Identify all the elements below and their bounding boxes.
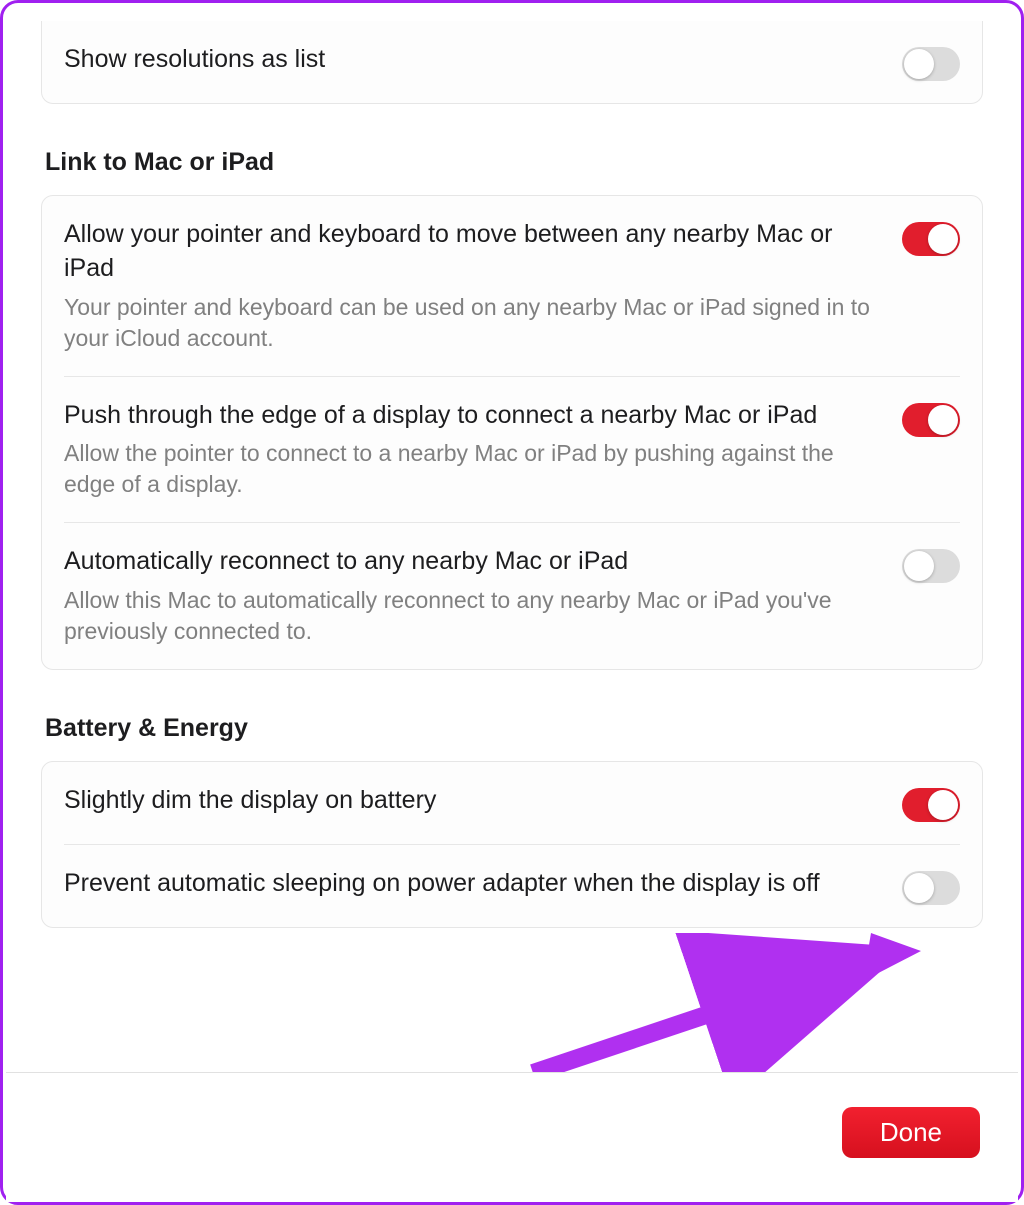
link-settings-group: Allow your pointer and keyboard to move … [41, 195, 983, 670]
footer-bar: Done [6, 1072, 1018, 1202]
auto-reconnect-row: Automatically reconnect to any nearby Ma… [64, 523, 960, 669]
prevent-sleep-row: Prevent automatic sleeping on power adap… [64, 845, 960, 927]
show-resolutions-toggle[interactable] [902, 47, 960, 81]
allow-pointer-toggle[interactable] [902, 222, 960, 256]
allow-pointer-row: Allow your pointer and keyboard to move … [64, 196, 960, 377]
push-through-title: Push through the edge of a display to co… [64, 399, 872, 433]
top-settings-group: Show resolutions as list [41, 21, 983, 104]
battery-settings-group: Slightly dim the display on battery Prev… [41, 761, 983, 928]
auto-reconnect-title: Automatically reconnect to any nearby Ma… [64, 545, 872, 579]
annotation-arrow-icon [513, 933, 933, 1093]
section-header-link: Link to Mac or iPad [45, 148, 983, 177]
dim-display-toggle[interactable] [902, 788, 960, 822]
show-resolutions-title: Show resolutions as list [64, 43, 872, 77]
show-resolutions-row: Show resolutions as list [64, 21, 960, 103]
push-through-subtitle: Allow the pointer to connect to a nearby… [64, 438, 872, 500]
allow-pointer-title: Allow your pointer and keyboard to move … [64, 218, 872, 286]
push-through-row: Push through the edge of a display to co… [64, 377, 960, 524]
done-button[interactable]: Done [842, 1107, 980, 1158]
dim-display-title: Slightly dim the display on battery [64, 784, 872, 818]
prevent-sleep-title: Prevent automatic sleeping on power adap… [64, 867, 872, 901]
auto-reconnect-toggle[interactable] [902, 549, 960, 583]
dim-display-row: Slightly dim the display on battery [64, 762, 960, 845]
allow-pointer-subtitle: Your pointer and keyboard can be used on… [64, 292, 872, 354]
settings-content: Show resolutions as list Link to Mac or … [3, 3, 1021, 928]
auto-reconnect-subtitle: Allow this Mac to automatically reconnec… [64, 585, 872, 647]
section-header-battery: Battery & Energy [45, 714, 983, 743]
prevent-sleep-toggle[interactable] [902, 871, 960, 905]
push-through-toggle[interactable] [902, 403, 960, 437]
